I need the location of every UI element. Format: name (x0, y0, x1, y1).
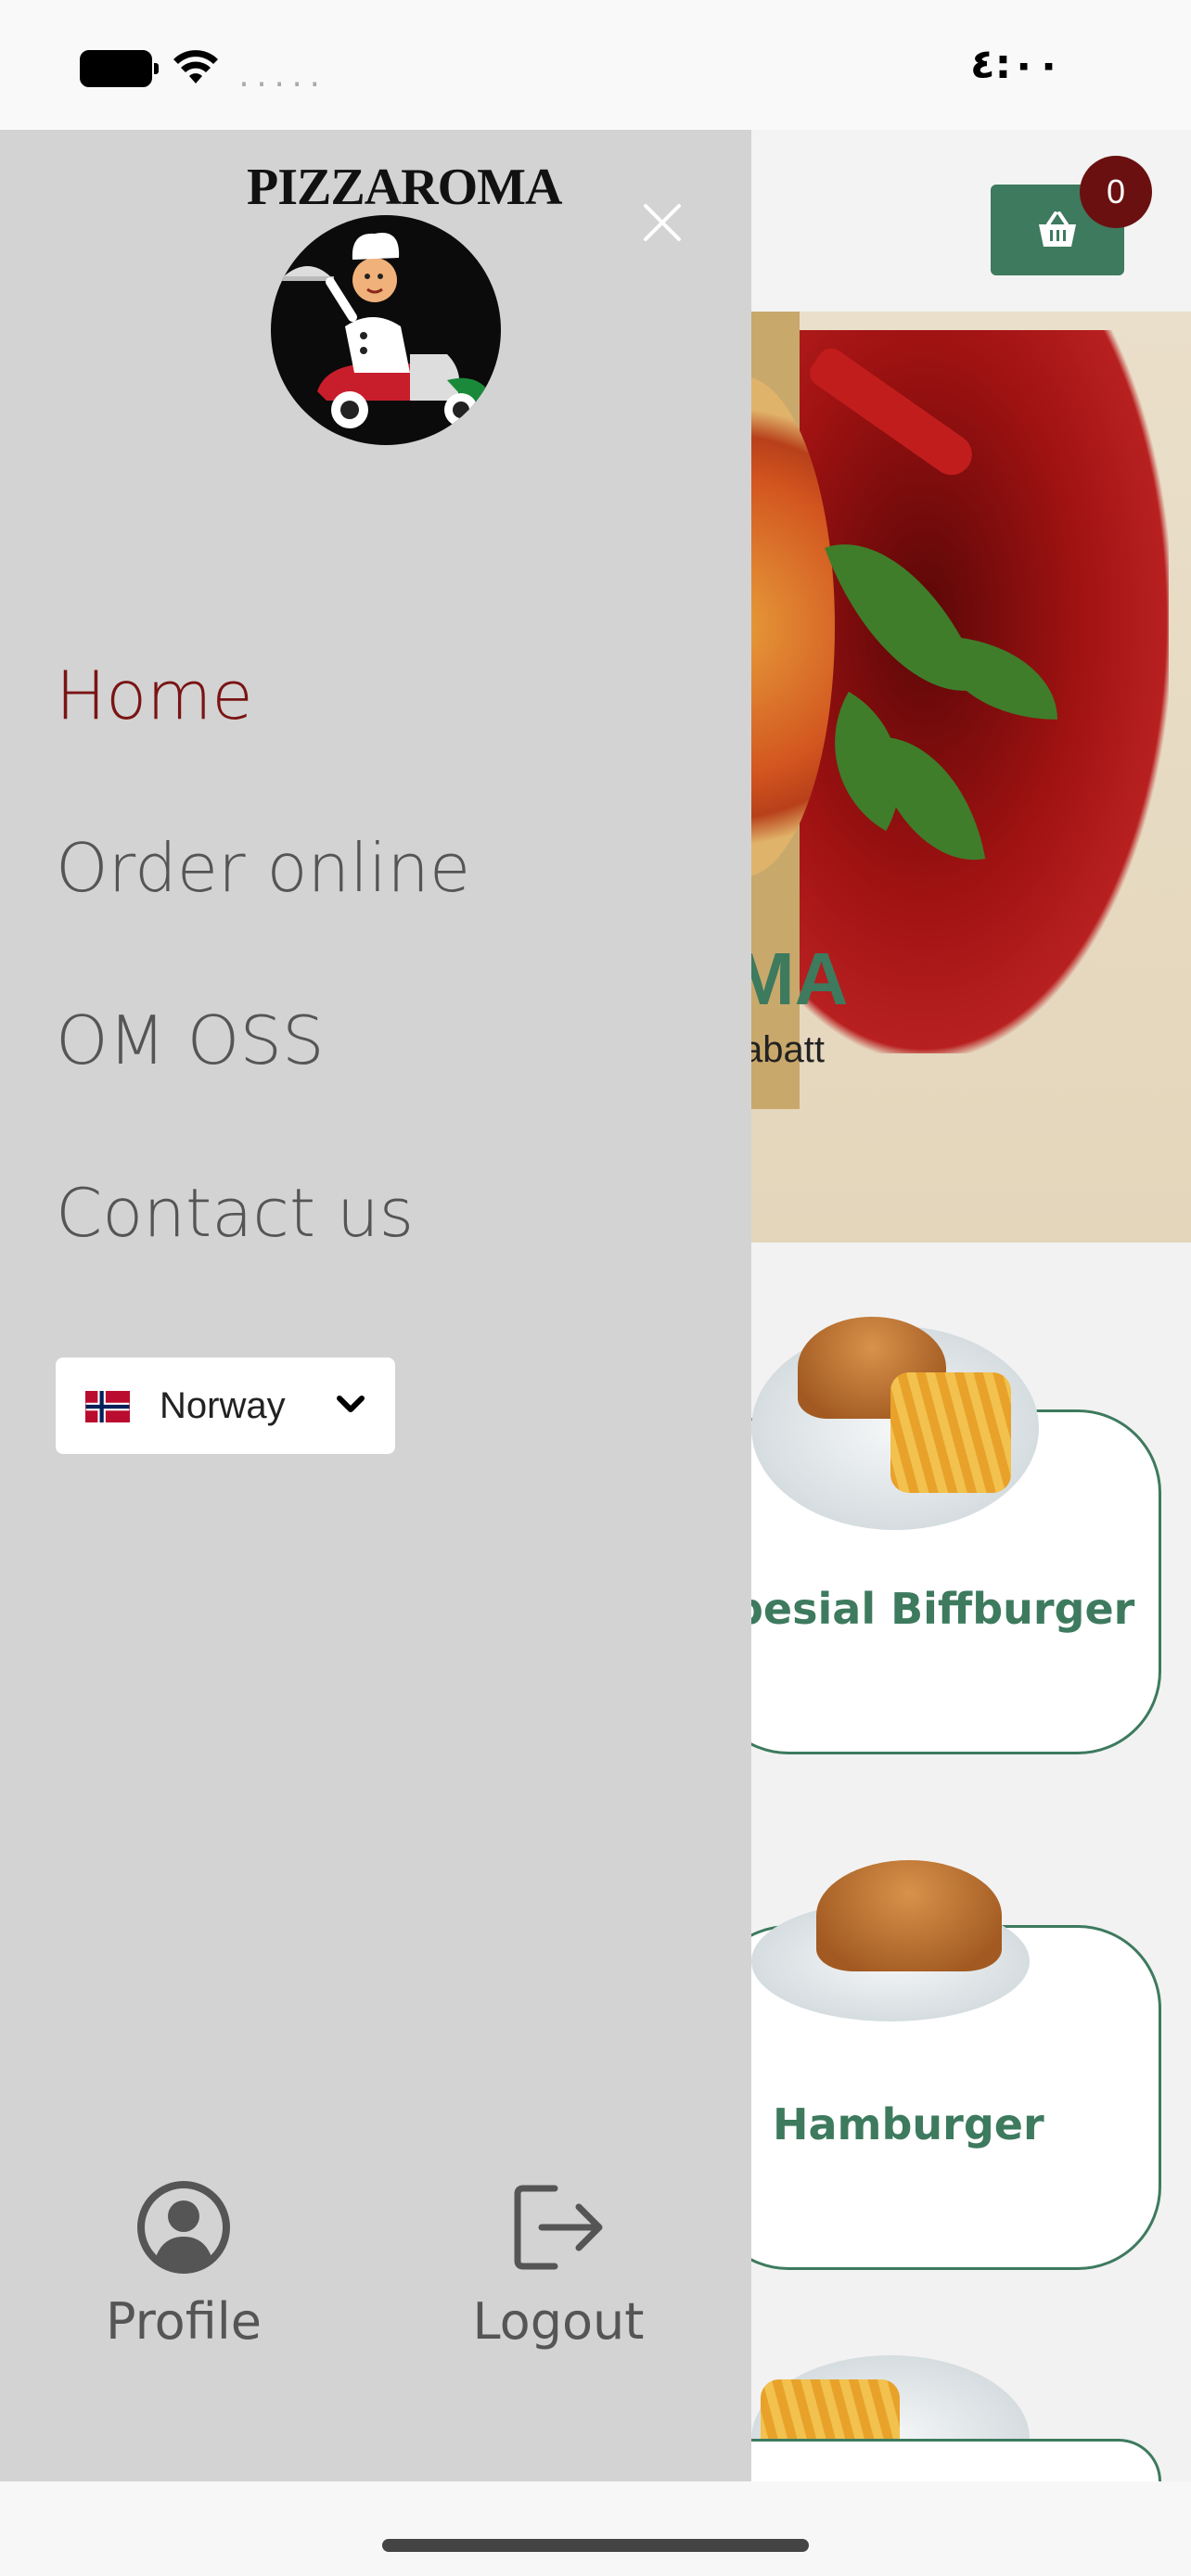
country-select-value: Norway (160, 1385, 286, 1426)
logo-wordmark: PIZZAROMA (247, 159, 562, 216)
norway-flag-icon (85, 1391, 130, 1422)
country-select[interactable]: Norway (56, 1358, 395, 1454)
home-indicator[interactable] (382, 2539, 809, 2552)
fries-image (890, 1372, 1011, 1493)
battery-icon (80, 50, 159, 87)
chevron-down-icon (337, 1396, 365, 1412)
nav-item-order-online[interactable]: Order online (56, 829, 470, 907)
bottom-safe-area (0, 2481, 1191, 2576)
nav-item-contact-us[interactable]: Contact us (56, 1174, 414, 1252)
cellular-signal-dots: ..... (236, 61, 325, 94)
cart-count-badge: 0 (1080, 156, 1152, 228)
product-card[interactable] (705, 2439, 1161, 2481)
user-circle-icon (137, 2181, 230, 2274)
logo-chef-scooter (271, 215, 501, 445)
nav-item-home[interactable]: Home (56, 657, 253, 734)
logout-label: Logout (472, 2292, 645, 2351)
burger-image (816, 1860, 1002, 1971)
profile-label: Profile (106, 2292, 262, 2351)
product-name[interactable]: Hamburger (773, 2099, 1044, 2149)
side-drawer: PIZZAROMA Home Order online OM OSS Conta… (0, 130, 751, 2481)
logout-icon (514, 2185, 603, 2270)
basket-icon (1039, 211, 1076, 247)
nav-item-om-oss[interactable]: OM OSS (56, 1001, 325, 1079)
profile-button[interactable]: Profile (63, 2179, 304, 2351)
status-bar: ..... ٤:٠٠ (0, 0, 1191, 130)
status-time: ٤:٠٠ (969, 41, 1061, 88)
close-icon[interactable] (634, 195, 690, 250)
hero-subtitle: abatt (742, 1029, 825, 1070)
logout-button[interactable]: Logout (438, 2179, 679, 2351)
product-name[interactable]: pesial Biffburger (733, 1584, 1134, 1634)
wifi-icon (173, 50, 218, 83)
